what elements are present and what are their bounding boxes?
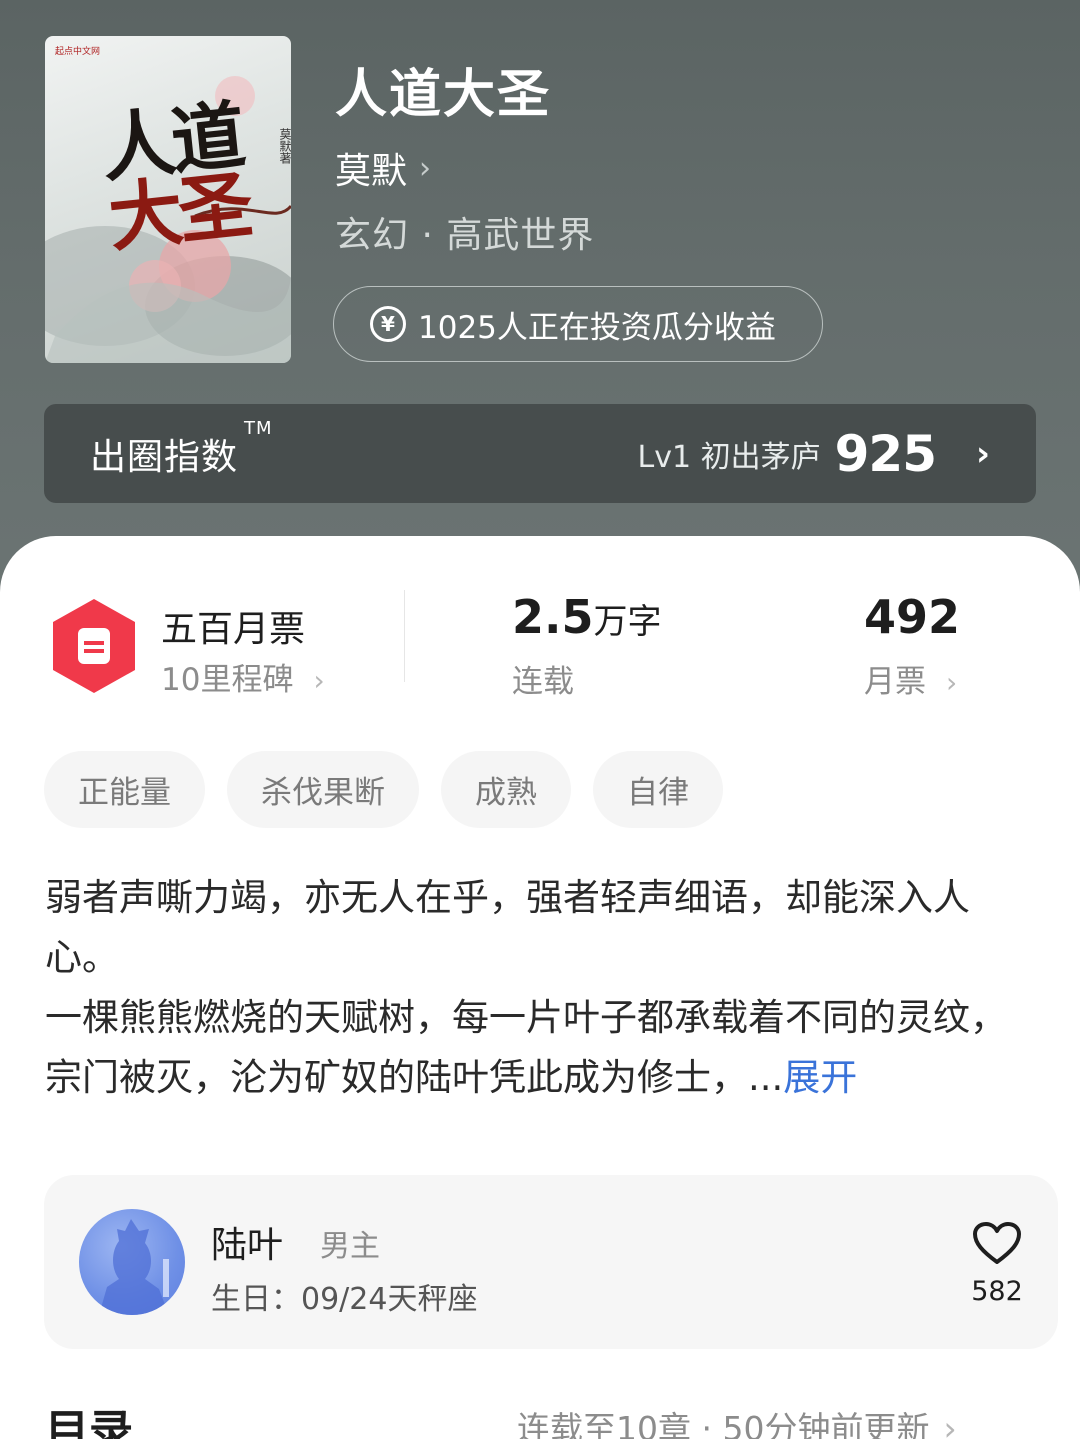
milestone-sub: 10里程碑 xyxy=(161,662,294,698)
author-link[interactable]: 莫默 › xyxy=(335,142,431,194)
word-count-value: 2.5 xyxy=(512,590,594,644)
chevron-right-icon: › xyxy=(946,666,958,699)
tag-chip[interactable]: 自律 xyxy=(593,751,723,828)
tag-chip[interactable]: 成熟 xyxy=(441,751,571,828)
author-name: 莫默 xyxy=(335,151,408,192)
book-title: 人道大圣 xyxy=(335,64,552,125)
chevron-right-icon: › xyxy=(313,664,325,697)
tag-list: 正能量 杀伐果断 成熟 自律 xyxy=(44,751,723,828)
tag-chip[interactable]: 正能量 xyxy=(44,751,205,828)
trademark-mark: TM xyxy=(244,417,273,439)
index-summary: Lv1 初出茅庐 925 › xyxy=(638,425,990,483)
monthly-ticket-link[interactable]: 月票 › xyxy=(864,656,957,701)
index-label-text: 出圈指数 xyxy=(90,436,239,478)
popularity-index-bar[interactable]: 出圈指数TM Lv1 初出茅庐 925 › xyxy=(44,404,1036,503)
stat-divider xyxy=(404,590,405,682)
like-count: 582 xyxy=(971,1276,1023,1307)
index-label: 出圈指数TM xyxy=(90,418,273,480)
character-silhouette xyxy=(99,1219,169,1315)
synopsis: 弱者声嘶力竭，亦无人在乎，强者轻声细语，却能深入人心。 一棵熊熊燃烧的天赋树，每… xyxy=(45,868,1035,1108)
toc-title: 目录 xyxy=(45,1406,133,1439)
toc-update-status: 连载至10章 · 50分钟前更新 xyxy=(517,1409,930,1439)
synopsis-para-2-text: 一棵熊熊燃烧的天赋树，每一片叶子都承载着不同的灵纹，宗门被灭，沦为矿奴的陆叶凭此… xyxy=(45,996,1007,1099)
milestone-title: 五百月票 xyxy=(161,609,306,650)
index-score: 925 xyxy=(834,424,937,483)
milestone-link[interactable]: 10里程碑 › xyxy=(161,654,325,699)
word-count-unit: 万字 xyxy=(593,602,662,642)
character-card[interactable] xyxy=(44,1175,1058,1349)
book-cover[interactable]: 起点中文网 人道 大圣 莫默著 xyxy=(45,36,291,363)
synopsis-para-1: 弱者声嘶力竭，亦无人在乎，强者轻声细语，却能深入人心。 xyxy=(45,876,970,979)
monthly-ticket-label: 月票 xyxy=(864,664,926,700)
expand-link[interactable]: 展开 xyxy=(783,1056,857,1099)
synopsis-para-2: 一棵熊熊燃烧的天赋树，每一片叶子都承载着不同的灵纹，宗门被灭，沦为矿奴的陆叶凭此… xyxy=(45,988,1035,1108)
cover-title-bottom: 大圣 xyxy=(104,162,253,263)
invest-label: 1025人正在投资瓜分收益 xyxy=(418,309,776,346)
character-avatar[interactable] xyxy=(79,1209,185,1315)
index-level: Lv1 初出茅庐 xyxy=(637,439,821,475)
chevron-right-icon: › xyxy=(419,150,432,186)
cover-publisher-logo: 起点中文网 xyxy=(55,47,101,57)
chevron-right-icon: › xyxy=(975,433,990,474)
character-birthday: 生日：09/24天秤座 xyxy=(211,1282,478,1317)
character-role: 男主 xyxy=(320,1229,380,1264)
invest-button[interactable]: ¥ 1025人正在投资瓜分收益 xyxy=(333,286,823,362)
monthly-ticket-count: 492 xyxy=(864,590,961,644)
cover-author: 莫默著 xyxy=(278,128,291,164)
yen-coin-icon: ¥ xyxy=(370,306,406,342)
ticket-badge-icon[interactable] xyxy=(49,597,139,695)
heart-icon[interactable] xyxy=(972,1221,1022,1265)
serial-status: 连载 xyxy=(512,664,574,700)
chevron-right-icon: › xyxy=(943,1409,957,1439)
word-count: 2.5万字 xyxy=(512,590,662,644)
book-genre: 玄幻 · 高武世界 xyxy=(335,215,595,256)
toc-link[interactable]: 连载至10章 · 50分钟前更新 › xyxy=(517,1402,957,1439)
tag-chip[interactable]: 杀伐果断 xyxy=(227,751,419,828)
character-name: 陆叶 xyxy=(211,1225,284,1266)
cover-title: 人道 大圣 xyxy=(97,93,282,263)
